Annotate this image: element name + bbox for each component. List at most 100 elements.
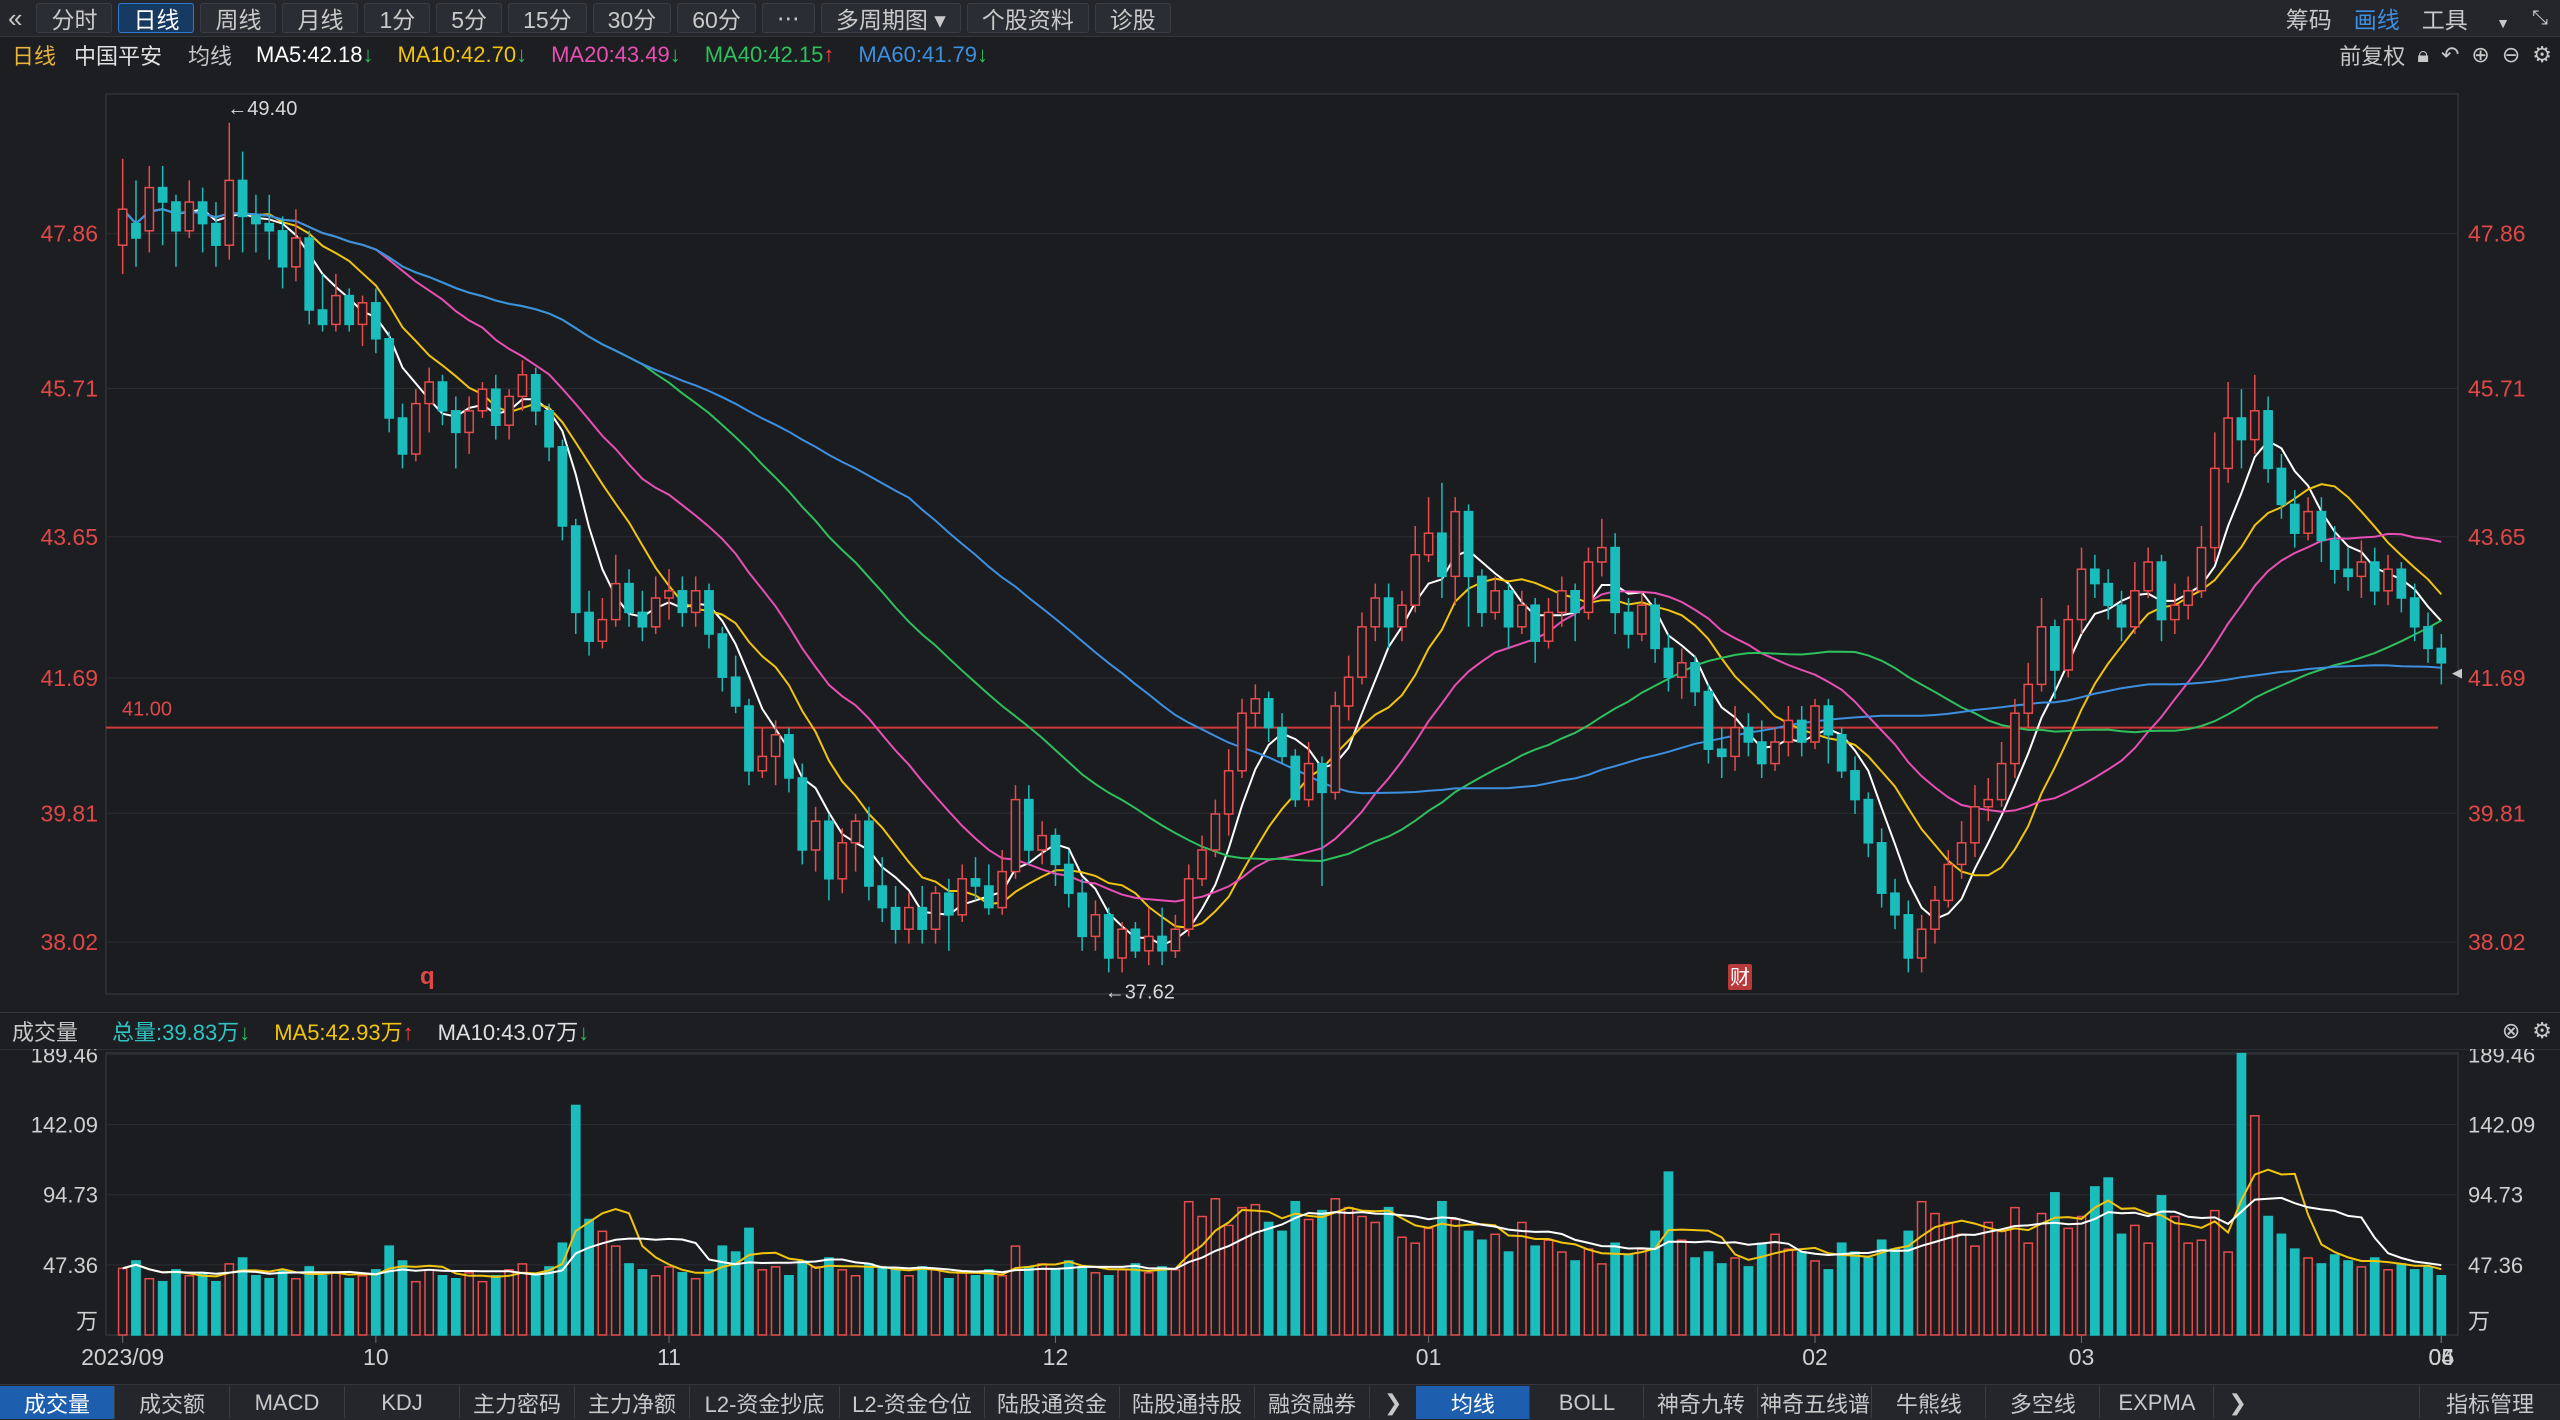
tab-8[interactable]: 60分	[677, 3, 756, 33]
draw-line-button[interactable]: 画线	[2354, 1, 2400, 35]
indicator-tab-10[interactable]: 融资融券	[1255, 1386, 1370, 1419]
candle-body	[744, 705, 754, 772]
candle-body	[1756, 741, 1767, 765]
tab-0[interactable]: 分时	[36, 3, 113, 33]
volume-bar	[1916, 1200, 1927, 1336]
candle-body	[1623, 611, 1634, 635]
candle-body	[1170, 928, 1181, 952]
settings-icon[interactable]: ⚙	[2532, 42, 2552, 68]
price-line-label: 41.00	[122, 699, 172, 721]
candle-body	[2010, 712, 2020, 765]
price-tick-right: 45.71	[2468, 375, 2526, 401]
overlay-tab-4[interactable]: 牛熊线	[1872, 1386, 1987, 1419]
volume-bar	[1663, 1171, 1674, 1336]
indicator-tab-5[interactable]: 主力净额	[575, 1386, 690, 1419]
tab-2[interactable]: 周线	[200, 3, 277, 33]
chevron-right-icon[interactable]: ❯	[2228, 1390, 2246, 1416]
overlay-tab-1[interactable]: BOLL	[1530, 1386, 1645, 1419]
zoom-out-icon[interactable]: ⊖	[2502, 42, 2520, 68]
overlay-tab-5[interactable]: 多空线	[1986, 1386, 2101, 1419]
candle-body	[903, 906, 914, 930]
overlay-tab-0[interactable]: 均线	[1416, 1386, 1531, 1419]
candle-body	[677, 590, 688, 614]
adjust-button[interactable]: 前复权	[2339, 39, 2405, 71]
volume-bar	[1397, 1236, 1407, 1336]
overlay-tab-3[interactable]: 神奇五线谱	[1758, 1386, 1873, 1419]
price-chart[interactable]: 47.86 47.86 45.71 45.71 43.65 43.65 41.69 41.69…	[0, 74, 2560, 1012]
indicator-tab-3[interactable]: KDJ	[345, 1386, 460, 1419]
chips-button[interactable]: 筹码	[2286, 1, 2332, 35]
candle-body	[1450, 510, 1461, 578]
indicator-tab-2[interactable]: MACD	[230, 1386, 345, 1419]
indicator-tab-8[interactable]: 陆股通资金	[985, 1386, 1120, 1419]
candle-body	[1410, 554, 1421, 606]
close-icon[interactable]: ⊗	[2502, 1018, 2520, 1044]
candle-body	[291, 237, 301, 268]
price-tick-left: 41.69	[40, 665, 98, 691]
volume-bar	[1996, 1230, 2007, 1336]
candle-body	[1583, 561, 1594, 614]
indicator-tab-0[interactable]: 成交量	[0, 1386, 115, 1419]
tab-12[interactable]: 诊股	[1094, 3, 1171, 33]
tab-10[interactable]: 多周期图 ▾	[820, 3, 961, 33]
volume-bar	[1010, 1245, 1021, 1336]
zoom-in-icon[interactable]: ⊕	[2471, 42, 2489, 68]
volume-bar	[1077, 1266, 1087, 1336]
candle-body	[1290, 755, 1301, 801]
candle-body	[2329, 539, 2340, 570]
tab-1[interactable]: 日线	[118, 3, 195, 33]
candle-body	[704, 590, 714, 635]
candle-body	[1423, 532, 1434, 556]
candle-body	[570, 525, 581, 614]
candle-body	[1250, 698, 1261, 714]
volume-controls: ⊗ ⚙	[2490, 1018, 2552, 1044]
volume-bar	[317, 1275, 328, 1336]
tab-9[interactable]: ⋯	[761, 3, 815, 33]
volume-bar	[610, 1245, 621, 1336]
ma-label[interactable]: 均线	[188, 39, 232, 71]
indicator-tab-9[interactable]: 陆股通持股	[1120, 1386, 1255, 1419]
volume-bar	[251, 1275, 261, 1336]
candle-body	[1850, 770, 1860, 801]
chevron-right-icon[interactable]: ❯	[1384, 1390, 1402, 1416]
candle-body	[410, 402, 421, 455]
undo-icon[interactable]: ↶	[2441, 42, 2459, 68]
tab-4[interactable]: 1分	[364, 3, 431, 33]
settings-icon[interactable]: ⚙	[2532, 1018, 2552, 1044]
tab-7[interactable]: 30分	[592, 3, 672, 33]
volume-bar	[437, 1275, 448, 1336]
tab-11[interactable]: 个股资料	[966, 3, 1089, 33]
date-label: 02	[1802, 1344, 1828, 1370]
candle-body	[1663, 647, 1674, 678]
volume-chart[interactable]: 189.46 189.46 142.09 142.09 94.73 94.73 47.36 4…	[0, 1049, 2560, 1384]
indicator-tab-7[interactable]: L2-资金仓位	[840, 1386, 985, 1419]
candle-body	[730, 676, 741, 707]
candle-body	[824, 820, 834, 880]
volume-bar	[1836, 1242, 1847, 1336]
candle-body	[1823, 705, 1834, 736]
tab-5[interactable]: 5分	[436, 3, 503, 33]
overlay-tab-6[interactable]: EXPMA	[2100, 1386, 2215, 1419]
candle-body	[2169, 604, 2180, 621]
candle-body	[1743, 726, 1754, 743]
candle-body	[144, 186, 155, 232]
candle-body	[1463, 510, 1474, 578]
indicator-tab-4[interactable]: 主力密码	[460, 1386, 575, 1419]
tools-button[interactable]: 工具 ▼	[2422, 1, 2510, 35]
back-chevron-icon[interactable]: «	[8, 3, 22, 34]
candle-body	[2303, 510, 2313, 534]
collapse-icon[interactable]: ⤡	[2532, 7, 2548, 30]
lock-icon[interactable]: 🔒︎	[2417, 42, 2429, 68]
volume-bar	[1303, 1218, 1314, 1336]
indicator-manage-button[interactable]: 指标管理	[2419, 1386, 2560, 1419]
tab-3[interactable]: 月线	[282, 3, 359, 33]
indicator-tab-1[interactable]: 成交额	[115, 1386, 230, 1419]
tab-6[interactable]: 15分	[508, 3, 587, 33]
volume-bar	[797, 1260, 808, 1336]
candle-body	[464, 410, 475, 434]
volume-bar	[1343, 1206, 1354, 1336]
indicator-tab-6[interactable]: L2-资金抄底	[690, 1386, 840, 1419]
candle-body	[957, 878, 968, 916]
overlay-tab-2[interactable]: 神奇九转	[1644, 1386, 1759, 1419]
candle-body	[1930, 899, 1940, 930]
